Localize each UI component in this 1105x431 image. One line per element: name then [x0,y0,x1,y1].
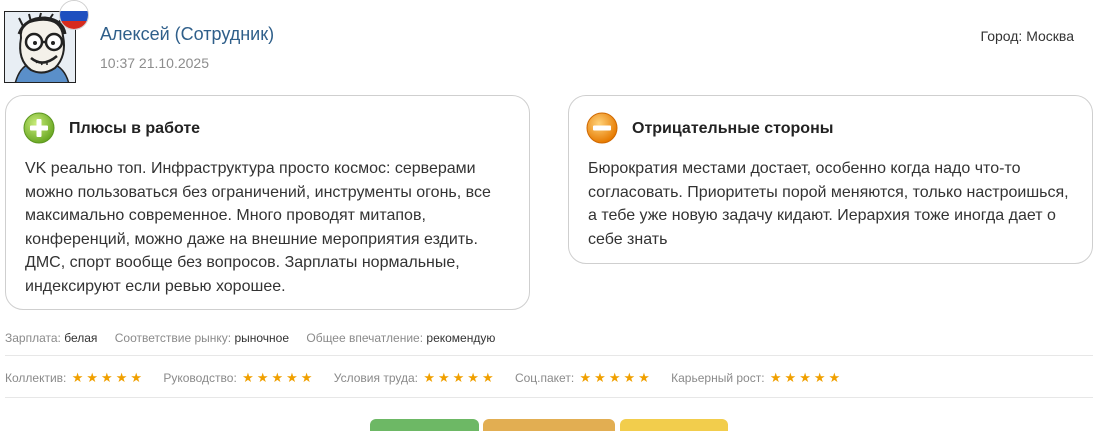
plus-circle-icon [23,112,55,144]
star-icon: ★ [101,370,116,385]
rating-label: Руководство: [163,371,237,385]
minus-circle-icon [586,112,618,144]
review-header: Алексей (Сотрудник) 10:37 21.10.2025 Гор… [0,0,1105,90]
russia-flag-icon [59,0,89,30]
impression-meta: Общее впечатление: рекомендую [306,331,495,345]
action-button-yellow[interactable] [620,419,728,431]
rating-label: Коллектив: [5,371,67,385]
star-icon: ★ [481,370,497,385]
action-button-orange[interactable] [483,419,615,431]
cons-card: Отрицательные стороны Бюрократия местами… [568,95,1093,264]
star-icon: ★ [437,370,453,385]
meta-label: Зарплата: [5,331,61,345]
star-icon: ★ [423,370,438,385]
star-icon: ★ [467,370,482,385]
divider [5,397,1093,398]
star-icon: ★ [813,370,829,385]
rating-label: Условия труда: [333,371,418,385]
star-rating: ★★★★★ [72,370,145,386]
salary-meta: Зарплата: белая [5,331,97,345]
rating-career: Карьерный рост: ★★★★★ [671,370,843,386]
star-icon: ★ [769,370,785,385]
star-rating: ★★★★★ [242,370,315,386]
star-icon: ★ [638,370,653,385]
meta-value: рекомендую [426,331,496,345]
rating-management: Руководство: ★★★★★ [163,370,315,386]
star-icon: ★ [286,370,301,385]
star-icon: ★ [300,370,316,385]
star-rating: ★★★★★ [770,370,843,386]
cons-text: Бюрократия местами достает, особенно ког… [588,160,1069,248]
star-icon: ★ [86,370,102,385]
ratings-row: Коллектив: ★★★★★ Руководство: ★★★★★ Усло… [5,370,858,386]
star-icon: ★ [623,370,639,385]
meta-value: белая [64,331,98,345]
star-icon: ★ [608,370,624,385]
city-label: Город: [980,28,1023,44]
star-icon: ★ [130,370,145,385]
star-rating: ★★★★★ [423,370,496,386]
star-icon: ★ [594,370,609,385]
star-icon: ★ [784,370,800,385]
star-icon: ★ [242,370,257,385]
divider [5,355,1093,356]
market-meta: Соответствие рынку: рыночное [115,331,289,345]
star-icon: ★ [579,370,595,385]
star-icon: ★ [71,370,87,385]
pros-text: VK реально топ. Инфраструктура просто ко… [25,160,491,295]
rating-conditions: Условия труда: ★★★★★ [334,370,497,386]
star-icon: ★ [256,370,272,385]
star-rating: ★★★★★ [580,370,653,386]
rating-benefits: Соц.пакет: ★★★★★ [515,370,653,386]
cons-title: Отрицательные стороны [632,120,834,137]
meta-value: рыночное [234,331,290,345]
rating-label: Соц.пакет: [514,371,575,385]
pros-title: Плюсы в работе [69,120,201,137]
star-icon: ★ [452,370,468,385]
action-button-green[interactable] [370,419,479,431]
star-icon: ★ [799,370,814,385]
star-icon: ★ [271,370,287,385]
rating-team: Коллектив: ★★★★★ [5,370,145,386]
city-value: Москва [1026,28,1074,44]
meta-label: Соответствие рынку: [114,331,232,345]
meta-label: Общее впечатление: [306,331,424,345]
author-name[interactable]: Алексей (Сотрудник) [100,24,274,45]
meta-row: Зарплата: белая Соответствие рынку: рыно… [5,331,509,345]
star-icon: ★ [115,370,131,385]
rating-label: Карьерный рост: [671,371,765,385]
city: Город: Москва [981,28,1074,44]
review-datetime: 10:37 21.10.2025 [100,55,209,71]
pros-card: Плюсы в работе VK реально топ. Инфрастру… [5,95,530,310]
star-icon: ★ [828,370,844,385]
